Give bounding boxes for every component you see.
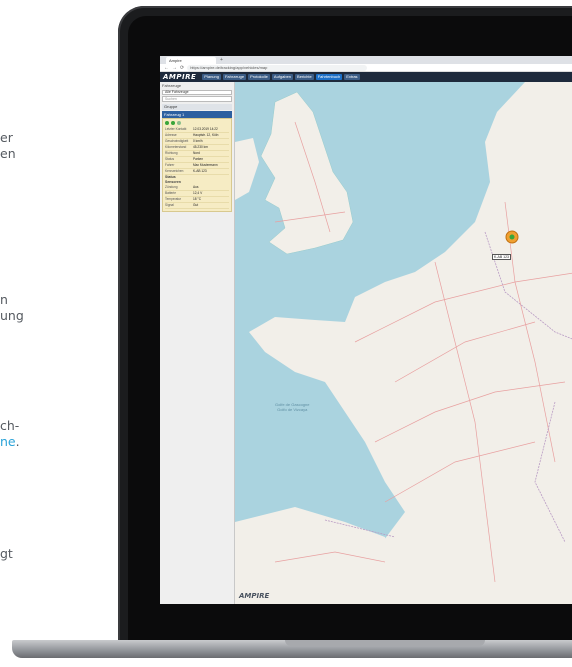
side-text-block-2: n ung bbox=[0, 292, 24, 324]
side-text-link[interactable]: ne bbox=[0, 434, 16, 449]
side-text-block-1: er en bbox=[0, 130, 16, 162]
sea-label: Golfe de Gascogne Golfo de Vizcaya bbox=[275, 402, 309, 412]
browser-addressbar: ← → ⟳ https://ampire.de/tracking/app/veh… bbox=[160, 64, 572, 72]
side-text-line: er bbox=[0, 130, 13, 145]
vehicle-item-selected[interactable]: Fahrzeug 1 bbox=[162, 111, 232, 118]
menu-protokolle[interactable]: Protokolle bbox=[248, 74, 270, 80]
side-text-block-3: ch- ne. bbox=[0, 418, 20, 450]
vehicle-detail-panel: Letzter Kontakt 12.03.2019 14:22 Adresse Ha… bbox=[162, 118, 232, 212]
back-icon[interactable]: ← bbox=[164, 65, 169, 71]
status-ok-icon bbox=[177, 121, 181, 125]
side-text-block-4: gt bbox=[0, 546, 13, 562]
menu-berichte[interactable]: Berichte bbox=[295, 74, 314, 80]
map-view[interactable]: Golfe de Gascogne Golfo de Vizcaya K-AB … bbox=[235, 82, 572, 604]
status-ok-icon bbox=[171, 121, 175, 125]
map-logo: AMPIRE bbox=[239, 592, 270, 600]
detail-value: 12,4 V bbox=[193, 191, 203, 195]
detail-key: Zündung bbox=[165, 185, 178, 189]
detail-key: Batterie bbox=[165, 191, 176, 195]
side-text-line: ne. bbox=[0, 434, 20, 450]
detail-row: Signal Gut bbox=[165, 203, 229, 209]
vehicle-sidebar: Fahrzeuge Alle Fahrzeuge Suchen Gruppe F… bbox=[160, 82, 235, 604]
side-text-line: ch- bbox=[0, 418, 20, 433]
group-header[interactable]: Gruppe bbox=[162, 104, 232, 110]
browser-tab[interactable]: Ampire bbox=[166, 56, 216, 64]
menu-fahrtenbuch[interactable]: Fahrtenbuch bbox=[315, 74, 343, 80]
detail-value: Parken bbox=[193, 157, 204, 161]
detail-value: Gut bbox=[193, 203, 199, 207]
detail-value: K-AB 123 bbox=[193, 169, 207, 173]
detail-value: Aus bbox=[193, 185, 199, 189]
vehicle-marker-label[interactable]: K-AB 123 bbox=[492, 254, 511, 260]
sidebar-label: Fahrzeuge bbox=[162, 83, 182, 88]
side-text-line: ung bbox=[0, 308, 24, 323]
browser-tabbar: Ampire + bbox=[160, 56, 572, 64]
detail-value: 45.230 km bbox=[193, 145, 208, 149]
vehicle-select[interactable]: Alle Fahrzeuge bbox=[162, 90, 232, 95]
sea-label-line: Golfo de Vizcaya bbox=[277, 407, 308, 412]
reload-icon[interactable]: ⟳ bbox=[180, 65, 184, 71]
vehicle-marker-icon[interactable] bbox=[505, 230, 519, 244]
laptop-screen: Ampire + ← → ⟳ https://ampire.de/trackin… bbox=[160, 56, 572, 604]
detail-key: Kilometerstand bbox=[165, 145, 187, 149]
detail-key: Status bbox=[165, 157, 175, 161]
forward-icon[interactable]: → bbox=[172, 65, 177, 71]
detail-value: Nord bbox=[193, 151, 200, 155]
status-ok-icon bbox=[165, 121, 169, 125]
detail-key: Signal bbox=[165, 203, 174, 207]
detail-value: Max Mustermann bbox=[193, 163, 218, 167]
menu-aufgaben[interactable]: Aufgaben bbox=[271, 74, 294, 80]
map-canvas bbox=[235, 82, 572, 604]
app-logo: AMPIRE bbox=[163, 73, 197, 81]
menu-extras[interactable]: Extras bbox=[344, 74, 360, 80]
detail-value: 0 km/h bbox=[193, 139, 203, 143]
search-input[interactable]: Suchen bbox=[162, 96, 232, 102]
detail-key: Letzter Kontakt bbox=[165, 127, 187, 131]
detail-key: Kennzeichen bbox=[165, 169, 184, 173]
detail-key: Adresse bbox=[165, 133, 177, 137]
side-text-line: en bbox=[0, 146, 16, 161]
detail-key: Geschwindigkeit bbox=[165, 139, 189, 143]
detail-key: Temperatur bbox=[165, 197, 182, 201]
detail-key: Fahrer bbox=[165, 163, 175, 167]
side-text-line: n bbox=[0, 292, 8, 307]
menu-planung[interactable]: Planung bbox=[202, 74, 221, 80]
detail-key: Richtung bbox=[165, 151, 178, 155]
url-field[interactable]: https://ampire.de/tracking/app/vehicles/… bbox=[187, 64, 368, 71]
side-text-punct: . bbox=[15, 434, 20, 449]
side-text-line: gt bbox=[0, 546, 13, 561]
app-header: AMPIRE Planung Fahrzeuge Protokolle Aufg… bbox=[160, 72, 572, 82]
menu-fahrzeuge[interactable]: Fahrzeuge bbox=[222, 74, 247, 80]
detail-value: 18 °C bbox=[193, 197, 202, 201]
laptop-notch bbox=[285, 640, 485, 646]
app-content: Fahrzeuge Alle Fahrzeuge Suchen Gruppe F… bbox=[160, 82, 572, 604]
detail-value: 12.03.2019 14:22 bbox=[193, 127, 218, 131]
status-icons bbox=[165, 121, 229, 125]
new-tab-icon[interactable]: + bbox=[220, 57, 223, 63]
detail-value: Hauptstr. 12, Köln bbox=[193, 133, 219, 137]
